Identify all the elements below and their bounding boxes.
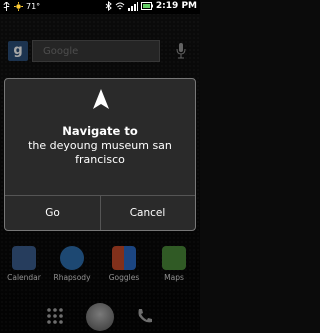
navigate-dialog: Navigate to the deyoung museum san franc… xyxy=(4,78,196,231)
sun-icon xyxy=(14,2,23,11)
clock-time: 2:19 PM xyxy=(155,1,197,11)
navigation-arrow-icon xyxy=(93,89,109,109)
bluetooth-icon xyxy=(105,1,112,11)
usb-icon xyxy=(3,2,10,11)
dialog-button-bar: Go Cancel xyxy=(5,195,195,230)
dialog-title: Navigate to xyxy=(62,124,138,138)
cancel-button[interactable]: Cancel xyxy=(100,196,195,230)
temperature: 71° xyxy=(26,2,41,11)
signal-icon xyxy=(127,1,138,11)
battery-icon xyxy=(140,2,153,10)
wifi-icon xyxy=(115,2,125,9)
status-bar: 71° 2:19 PM xyxy=(0,0,200,14)
go-button[interactable]: Go xyxy=(5,196,101,230)
dialog-message: the deyoung museum san francisco xyxy=(28,139,172,166)
